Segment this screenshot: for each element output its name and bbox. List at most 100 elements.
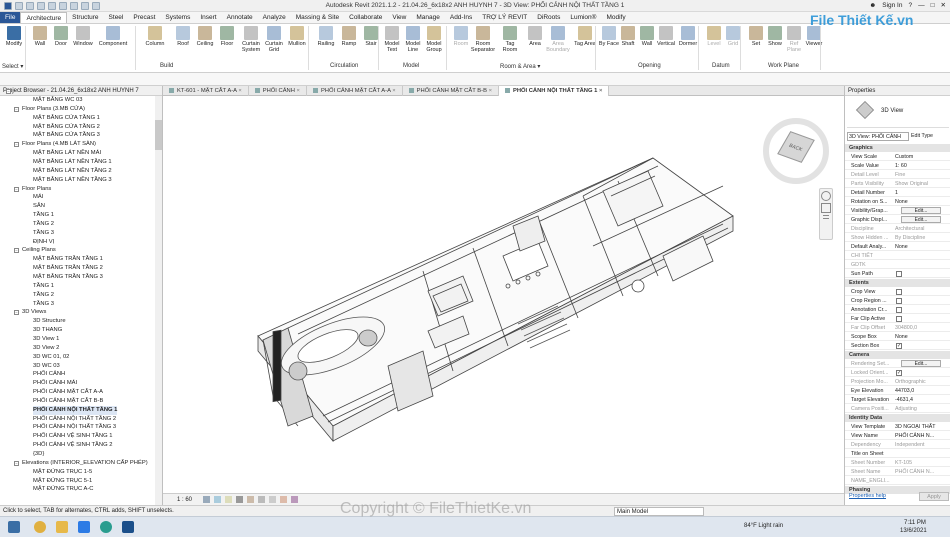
property-value[interactable]: Independent (895, 441, 949, 448)
ribbon-panel-label-7[interactable]: Work Plane (768, 63, 799, 69)
ribbon-tool-11[interactable]: Mullion (286, 26, 308, 47)
property-checkbox[interactable] (896, 307, 902, 313)
ribbon-tool-27[interactable]: Vertical (655, 26, 677, 47)
browser-item[interactable]: PHỐI CẢNH NỘI THẤT TẦNG 3 (33, 423, 116, 432)
ribbon-tool-1[interactable]: Wall (29, 26, 51, 47)
property-row[interactable]: Visibility/Grap... Edit... (845, 207, 950, 215)
revit-taskbar-icon[interactable] (122, 521, 134, 533)
close-tab-icon[interactable]: × (487, 88, 492, 94)
property-row[interactable]: Scope Box None (845, 333, 950, 341)
close-tab-icon[interactable]: × (237, 88, 241, 94)
ribbon-tab-15[interactable]: DiRoots (532, 12, 565, 23)
property-group-3[interactable]: Identity Data (845, 414, 950, 422)
close-button[interactable]: ✕ (941, 1, 946, 9)
property-value[interactable]: None (895, 198, 949, 205)
3d-model-view[interactable] (163, 96, 844, 493)
ribbon-tool-28[interactable]: Dormer (677, 26, 699, 47)
ribbon-tab-6[interactable]: Insert (195, 12, 221, 23)
property-row[interactable]: Discipline Architectural (845, 225, 950, 233)
tree-collapse-toggle[interactable]: − (14, 310, 19, 316)
minimize-button[interactable]: — (918, 2, 925, 9)
property-group-2[interactable]: Camera (845, 351, 950, 359)
property-row[interactable]: Show Hidden ... By Discipline (845, 234, 950, 242)
browser-item[interactable]: MẶT BẰNG LÁT NỀN MÁI (33, 149, 101, 158)
ribbon-tool-6[interactable]: Roof (172, 26, 194, 47)
ribbon-tool-9[interactable]: Curtain System (240, 26, 262, 53)
property-row[interactable]: Crop Region ... (845, 297, 950, 305)
view-tab-4[interactable]: PHỐI CẢNH NỘI THẤT TẦNG 1 × (498, 86, 610, 96)
sun-path-icon[interactable] (225, 496, 232, 503)
ribbon-tool-22[interactable]: Area Boundary (546, 26, 570, 53)
clock-date[interactable]: 13/6/2021 (900, 528, 927, 534)
windows-start-icon[interactable] (8, 521, 20, 533)
browser-item[interactable]: MẶT BẰNG LÁT NỀN TẦNG 3 (33, 176, 112, 185)
ribbon-tool-10[interactable]: Curtain Grid (263, 26, 285, 53)
property-value[interactable]: PHỐI CẢNH N... (895, 468, 949, 475)
property-row[interactable]: Rotation on S... None (845, 198, 950, 206)
ribbon-tool-33[interactable]: Ref Plane (783, 26, 805, 53)
browser-scrollbar[interactable] (155, 96, 162, 505)
browser-item[interactable]: MẶT ĐỨNG TRỤC 1-5 (33, 468, 92, 477)
ribbon-tool-12[interactable]: Railing (315, 26, 337, 47)
browser-item[interactable]: TẦNG 2 (33, 220, 54, 229)
ribbon-tab-1[interactable]: Architecture (20, 12, 68, 23)
property-value[interactable]: Adjusting (895, 405, 949, 412)
ribbon-tool-7[interactable]: Ceiling (194, 26, 216, 47)
browser-item[interactable]: 3D Structure (33, 317, 66, 326)
ribbon-tab-2[interactable]: Structure (67, 12, 103, 23)
browser-item[interactable]: PHỐI CẢNH MÁI (33, 379, 77, 388)
tree-collapse-toggle[interactable]: − (14, 106, 19, 112)
edit-type-button[interactable]: Edit Type (911, 132, 949, 141)
property-row[interactable]: Detail Number 1 (845, 189, 950, 197)
property-value[interactable]: -4631,4 (895, 396, 949, 403)
maximize-button[interactable]: □ (931, 2, 935, 9)
browser-item[interactable]: MẶT ĐỨNG TRỤC 5-1 (33, 477, 92, 486)
zoom-icon[interactable] (821, 203, 831, 213)
property-value[interactable]: None (895, 333, 949, 340)
browser-item[interactable]: TẦNG 2 (33, 291, 54, 300)
clock-time[interactable]: 7:11 PM (904, 520, 926, 526)
ribbon-tab-0[interactable]: File (0, 12, 21, 23)
viewcube[interactable]: BACK (763, 118, 829, 184)
property-value[interactable]: Orthographic (895, 378, 949, 385)
shadows-icon[interactable] (236, 496, 243, 503)
property-row[interactable]: View Scale Custom (845, 153, 950, 161)
tree-collapse-toggle[interactable]: − (14, 142, 19, 148)
property-row[interactable]: Parts Visibility Show Original (845, 180, 950, 188)
browser-scroll-thumb[interactable] (155, 120, 162, 150)
browser-item[interactable]: 3D View 2 (33, 344, 59, 353)
property-value[interactable]: 304800,0 (895, 324, 949, 331)
browser-item[interactable]: MẶT BẰNG LÁT NỀN TẦNG 2 (33, 167, 112, 176)
ribbon-panel-label-4[interactable]: Room & Area ▾ (500, 63, 540, 70)
ribbon-tab-8[interactable]: Analyze (258, 12, 291, 23)
zalo-icon[interactable] (78, 521, 90, 533)
property-row[interactable]: Camera Positi... Adjusting (845, 405, 950, 413)
ribbon-tool-34[interactable]: Viewer (803, 26, 825, 47)
ribbon-tab-7[interactable]: Annotate (222, 12, 258, 23)
property-value[interactable]: Fine (895, 171, 949, 178)
property-row[interactable]: Crop View (845, 288, 950, 296)
view-tab-1[interactable]: PHỐI CẢNH × (249, 86, 307, 96)
property-row[interactable]: Target Elevation -4631,4 (845, 396, 950, 404)
property-row[interactable]: Sun Path (845, 270, 950, 278)
property-row[interactable]: Rendering Set... Edit... (845, 360, 950, 368)
browser-item[interactable]: MẶT BẰNG CỬA TẦNG 2 (33, 123, 100, 132)
property-row[interactable]: CHI TIẾT (845, 252, 950, 260)
chrome-icon[interactable] (34, 521, 46, 533)
view-tab-0[interactable]: KT-601 - MẶT CẮT A-A × (163, 86, 249, 96)
active-model[interactable]: Main Model (614, 507, 704, 516)
property-row[interactable]: Scale Value 1: 60 (845, 162, 950, 170)
ribbon-tool-19[interactable]: Room Separator (471, 26, 495, 53)
property-value[interactable]: None (895, 243, 949, 250)
property-edit-button[interactable]: Edit... (901, 216, 941, 223)
browser-item[interactable]: MẶT BẰNG CỬA TẦNG 3 (33, 131, 100, 140)
property-row[interactable]: GDTK (845, 261, 950, 269)
browser-item[interactable]: MÁI (33, 193, 43, 202)
ribbon-tool-0[interactable]: Modify (3, 26, 25, 47)
property-value[interactable]: Show Original (895, 180, 949, 187)
property-value[interactable]: Custom (895, 153, 949, 160)
property-value[interactable]: By Discipline (895, 234, 949, 241)
property-value[interactable]: 1: 60 (895, 162, 949, 169)
property-row[interactable]: Graphic Displ... Edit... (845, 216, 950, 224)
browser-item[interactable]: MẶT BẰNG TRẦN TẦNG 2 (33, 264, 103, 273)
